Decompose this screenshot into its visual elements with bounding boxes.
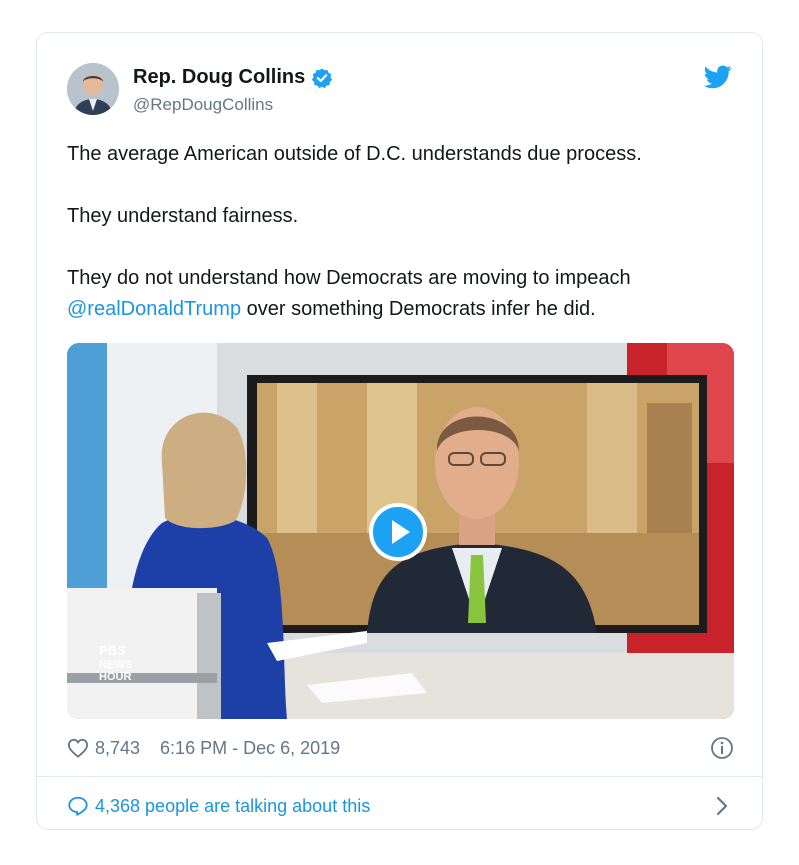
tweet-line-with-mention: @realDonaldTrump over something Democrat…: [67, 294, 747, 325]
pbs-logo-text: PBS: [99, 643, 126, 658]
tweet-line: They understand fairness.: [67, 205, 299, 227]
talking-label[interactable]: 4,368 people are talking about this: [95, 796, 370, 817]
timestamp[interactable]: 6:16 PM - Dec 6, 2019: [160, 738, 340, 759]
svg-text:HOUR: HOUR: [99, 671, 131, 683]
twitter-bird-icon[interactable]: [704, 65, 732, 89]
svg-text:NEWS: NEWS: [99, 659, 132, 671]
mention-link[interactable]: @realDonaldTrump: [67, 298, 241, 320]
tweet-text: The average American outside of D.C. und…: [67, 139, 747, 325]
divider: [37, 776, 762, 777]
author-name-row[interactable]: Rep. Doug Collins: [133, 66, 333, 89]
conversation-link[interactable]: 4,368 people are talking about this: [67, 791, 734, 821]
info-icon[interactable]: [710, 736, 734, 760]
display-name[interactable]: Rep. Doug Collins: [133, 66, 305, 89]
tweet-card: Rep. Doug Collins @RepDougCollins The av…: [36, 32, 763, 830]
chevron-right-icon[interactable]: [716, 796, 728, 816]
speech-bubble-icon: [68, 796, 88, 816]
play-icon[interactable]: [369, 503, 427, 561]
author-handle[interactable]: @RepDougCollins: [133, 95, 273, 115]
video-thumbnail[interactable]: PBS NEWS HOUR: [67, 343, 734, 719]
verified-badge-icon: [312, 67, 333, 88]
tweet-line: They do not understand how Democrats are…: [67, 267, 631, 289]
tweet-line: The average American outside of D.C. und…: [67, 143, 642, 165]
tweet-line: over something Democrats infer he did.: [241, 298, 596, 320]
avatar[interactable]: [67, 63, 119, 115]
like-count[interactable]: 8,743: [95, 738, 140, 759]
heart-icon[interactable]: [67, 738, 89, 758]
tweet-meta: 8,743 6:16 PM - Dec 6, 2019: [67, 733, 734, 763]
